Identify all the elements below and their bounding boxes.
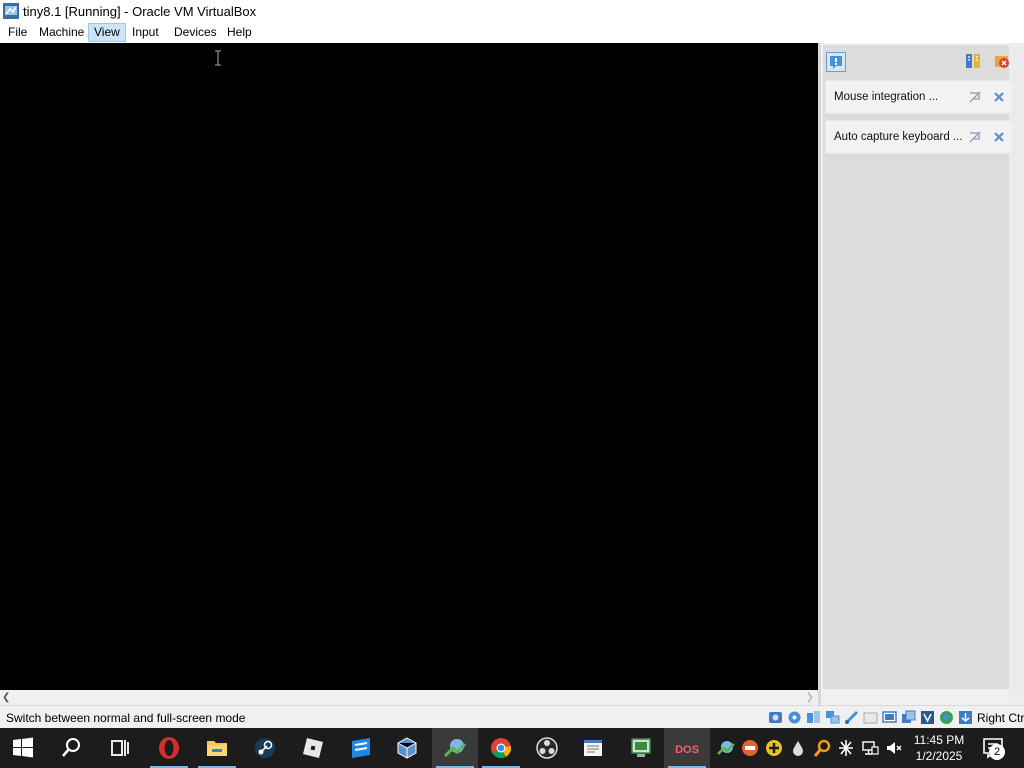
roblox-studio-icon (352, 738, 370, 758)
start-icon (13, 737, 33, 758)
chrome-icon (491, 738, 512, 759)
taskbar: DOS 11:45 PM 1/2/2025 2 (0, 728, 1024, 768)
task-view-icon (111, 740, 129, 756)
status-bar: Switch between normal and full-screen mo… (0, 705, 1024, 728)
clock-date: 1/2/2025 (915, 749, 963, 763)
menu-file[interactable]: File (3, 24, 32, 41)
close-icon[interactable] (992, 130, 1006, 144)
hard-disk-icon[interactable] (768, 710, 783, 725)
horizontal-scrollbar[interactable]: ❮ ❯ (0, 690, 818, 705)
menu-view[interactable]: View (88, 23, 126, 42)
close-all-icon[interactable] (993, 52, 1011, 70)
notification-mouse-integration: Mouse integration ... (825, 80, 1014, 114)
toggle-all-icon[interactable] (964, 52, 982, 70)
audio-icon[interactable] (806, 710, 821, 725)
notification-count-badge: 2 (989, 744, 1005, 760)
taskbar-chrome[interactable] (478, 728, 524, 768)
clock[interactable]: 11:45 PM 1/2/2025 (905, 732, 973, 764)
taskbar-obs[interactable] (524, 728, 570, 768)
taskbar-opera[interactable] (146, 728, 192, 768)
title-bar: tiny8.1 [Running] - Oracle VM VirtualBox (0, 0, 1024, 22)
notification-center-icon[interactable] (826, 52, 846, 72)
menu-devices[interactable]: Devices (169, 24, 222, 41)
taskbar-mapper[interactable] (432, 728, 478, 768)
start-button[interactable] (0, 728, 46, 768)
steam-icon (255, 738, 275, 758)
shared-folders-icon[interactable] (863, 710, 878, 725)
status-message: Switch between normal and full-screen mo… (6, 711, 246, 725)
taskbar-roblox[interactable] (290, 728, 336, 768)
taskbar-dosbox[interactable]: DOS (664, 728, 710, 768)
roblox-icon (303, 738, 323, 758)
opera-icon (159, 737, 179, 759)
taskbar-roblox-studio[interactable] (338, 728, 384, 768)
network-icon[interactable] (825, 710, 840, 725)
tray-app5-icon[interactable] (813, 738, 831, 758)
menu-help[interactable]: Help (222, 24, 257, 41)
notification-text: Mouse integration ... (834, 91, 939, 103)
taskbar-vm-manager[interactable] (618, 728, 664, 768)
menu-input[interactable]: Input (127, 24, 164, 41)
tray-app6-icon[interactable] (837, 738, 855, 758)
mapper-icon (443, 739, 467, 758)
mouse-integration-icon[interactable] (968, 90, 982, 104)
close-icon[interactable] (992, 90, 1006, 104)
obs-icon (536, 737, 558, 759)
text-cursor-icon (215, 50, 221, 66)
notepad-icon (584, 740, 602, 756)
tray-app4-icon[interactable] (789, 738, 807, 758)
tray-app3-icon[interactable] (765, 738, 783, 758)
virtualbox-app-icon (3, 3, 19, 19)
scroll-left-icon[interactable]: ❮ (2, 692, 10, 703)
dosbox-icon: DOS (675, 740, 699, 756)
vm-display[interactable] (0, 43, 818, 690)
search-button[interactable] (48, 728, 94, 768)
network-icon[interactable] (861, 738, 879, 758)
optical-drive-icon[interactable] (787, 710, 802, 725)
vm-manager-icon (631, 738, 651, 757)
svg-text:DOS: DOS (675, 744, 699, 756)
tray-app2-icon[interactable] (741, 738, 759, 758)
keyboard-icon[interactable] (968, 130, 982, 144)
menu-machine[interactable]: Machine (34, 24, 89, 41)
virtualbox-icon (397, 737, 417, 759)
taskbar-virtualbox[interactable] (384, 728, 430, 768)
notification-keyboard-capture: Auto capture keyboard ... (825, 120, 1014, 154)
features-icon[interactable] (939, 710, 954, 725)
volume-muted-icon[interactable] (885, 738, 903, 758)
window-title: tiny8.1 [Running] - Oracle VM VirtualBox (23, 4, 257, 19)
host-key-label: Right Ctrl (977, 711, 1024, 725)
tray-app1-icon[interactable] (717, 738, 735, 758)
scroll-right-icon[interactable]: ❯ (806, 692, 814, 703)
file-explorer-icon (207, 741, 227, 756)
clock-time: 11:45 PM (913, 733, 965, 747)
taskbar-file-explorer[interactable] (194, 728, 240, 768)
usb-icon[interactable] (844, 710, 859, 725)
menu-bar: File Machine View Input Devices Help (0, 22, 1024, 43)
display-icon[interactable] (882, 710, 897, 725)
notification-text: Auto capture keyboard ... (834, 131, 963, 143)
task-view-button[interactable] (96, 728, 142, 768)
taskbar-steam[interactable] (242, 728, 288, 768)
search-icon (62, 738, 80, 757)
taskbar-notepad[interactable] (570, 728, 616, 768)
keyboard-capture-icon[interactable] (958, 710, 973, 725)
vrde-icon[interactable] (920, 710, 935, 725)
recording-icon[interactable] (901, 710, 916, 725)
